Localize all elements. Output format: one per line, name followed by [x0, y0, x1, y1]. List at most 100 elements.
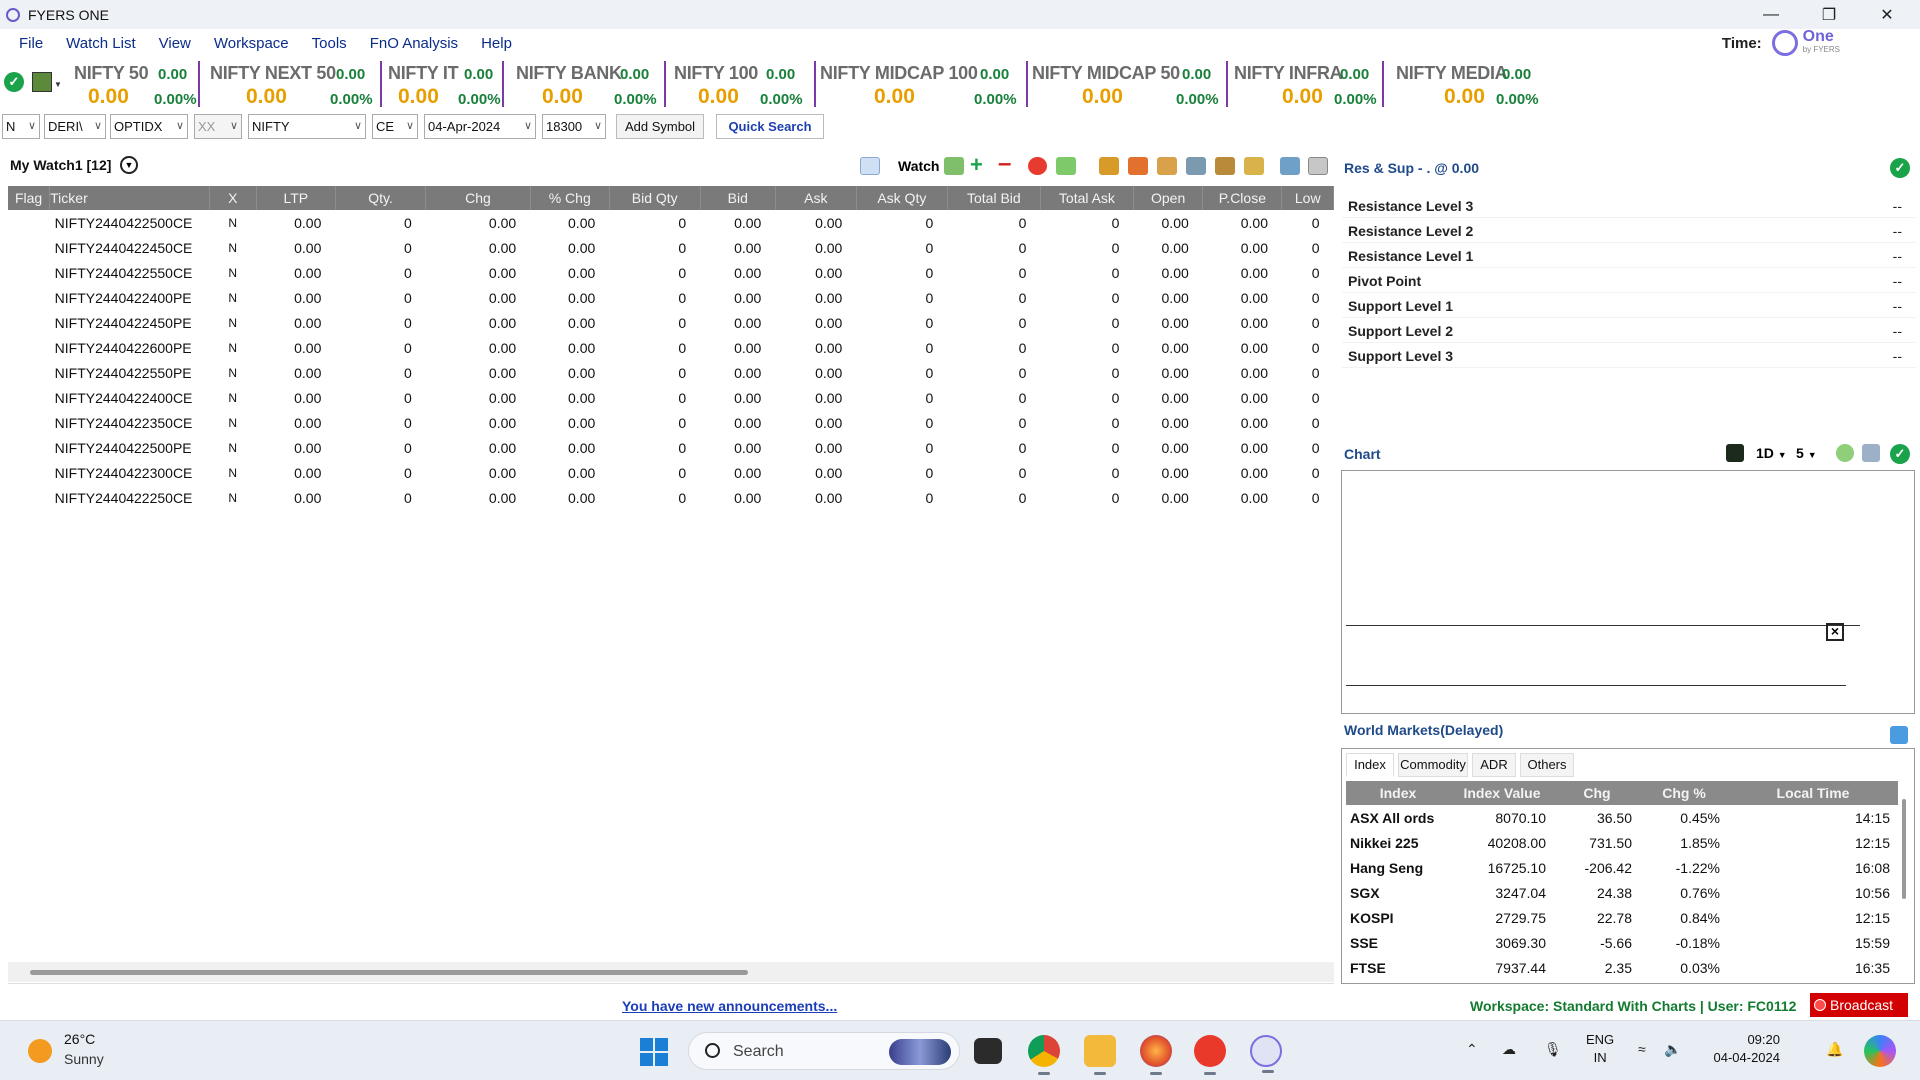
menu-fno-analysis[interactable]: FnO Analysis	[370, 35, 458, 52]
column-header[interactable]: P.Close	[1202, 186, 1283, 210]
wm-row[interactable]: SGX 3247.04 24.38 0.76% 10:56	[1346, 880, 1898, 905]
symbol-select[interactable]: NIFTY ∨	[248, 114, 366, 139]
cloud-offline-icon[interactable]: ☁	[1502, 1041, 1516, 1058]
alert-icon[interactable]	[1280, 157, 1300, 175]
table-row[interactable]: NIFTY2440422400CE N 0.00 0 0.00 0.00 0 0.00 0.00…	[8, 385, 1334, 410]
column-header[interactable]: Flag	[8, 186, 51, 210]
volume-icon[interactable]: 🔈	[1664, 1041, 1681, 1058]
table-row[interactable]: NIFTY2440422300CE N 0.00 0 0.00 0.00 0 0.00 0.00…	[8, 460, 1334, 485]
menu-help[interactable]: Help	[481, 35, 512, 52]
column-header[interactable]: Total Ask	[1040, 186, 1134, 210]
taskbar-search[interactable]: Search	[688, 1032, 960, 1070]
table-row[interactable]: NIFTY2440422550PE N 0.00 0 0.00 0.00 0 0.00 0.00…	[8, 360, 1334, 385]
basket-icon[interactable]	[1099, 157, 1119, 175]
chart-check-icon[interactable]: ✓	[1890, 444, 1910, 464]
tab-index[interactable]: Index	[1346, 753, 1394, 777]
index-card[interactable]: NIFTY BANK 0.00 0.00 0.00%	[516, 61, 666, 108]
column-header[interactable]: Chg	[425, 186, 531, 210]
tab-adr[interactable]: ADR	[1472, 753, 1516, 777]
world-markets-scrollbar[interactable]	[1902, 799, 1906, 899]
column-header[interactable]: % Chg	[530, 186, 610, 210]
menu-watch-list[interactable]: Watch List	[66, 35, 135, 52]
menu-view[interactable]: View	[159, 35, 191, 52]
grid-icon[interactable]	[1215, 157, 1235, 175]
exchange-select[interactable]: N ∨	[2, 114, 40, 139]
system-clock[interactable]: 09:20 04-04-2024	[1696, 1031, 1781, 1067]
sun-icon[interactable]	[28, 1039, 52, 1063]
index-card[interactable]: NIFTY INFRA 0.00 0.00 0.00%	[1234, 61, 1384, 108]
table-row[interactable]: NIFTY2440422350CE N 0.00 0 0.00 0.00 0 0.00 0.00…	[8, 410, 1334, 435]
notification-bell-icon[interactable]: 🔔	[1826, 1041, 1843, 1058]
option-type-select[interactable]: CE ∨	[372, 114, 418, 139]
table-row[interactable]: NIFTY2440422250CE N 0.00 0 0.00 0.00 0 0.00 0.00…	[8, 485, 1334, 510]
chart-refresh-icon[interactable]	[1836, 444, 1854, 462]
tradingapp-icon[interactable]	[1194, 1035, 1226, 1075]
wifi-icon[interactable]: ≈	[1638, 1041, 1646, 1057]
wm-row[interactable]: Hang Seng 16725.10 -206.42 -1.22% 16:08	[1346, 855, 1898, 880]
add-symbol-button[interactable]: Add Symbol	[616, 114, 704, 139]
res-sup-check-icon[interactable]: ✓	[1890, 158, 1910, 178]
weather-condition[interactable]: Sunny	[64, 1051, 104, 1067]
table-row[interactable]: NIFTY2440422550CE N 0.00 0 0.00 0.00 0 0.00 0.00…	[8, 260, 1334, 285]
minimize-button[interactable]: —	[1742, 0, 1800, 29]
segment-select[interactable]: DERI\ ∨	[44, 114, 106, 139]
broadcast-button[interactable]: Broadcast	[1810, 993, 1908, 1017]
column-header[interactable]: LTP	[256, 186, 336, 210]
column-header[interactable]: Ask Qty	[856, 186, 948, 210]
order-icon[interactable]	[1128, 157, 1148, 175]
index-card[interactable]: NIFTY 100 0.00 0.00 0.00%	[674, 61, 816, 108]
wm-column-header[interactable]: Index Value	[1450, 781, 1554, 805]
menu-file[interactable]: File	[19, 35, 43, 52]
watchlist-title[interactable]: My Watch1 [12]	[10, 157, 111, 173]
tab-commodity[interactable]: Commodity	[1398, 753, 1468, 777]
index-card[interactable]: NIFTY MEDIA 0.00 0.00 0.00%	[1396, 61, 1550, 108]
wm-row[interactable]: Nikkei 225 40208.00 731.50 1.85% 12:15	[1346, 830, 1898, 855]
calendar-icon[interactable]	[860, 157, 880, 175]
wm-row[interactable]: FTSE 7937.44 2.35 0.03% 16:35	[1346, 955, 1898, 980]
column-header[interactable]: Bid Qty	[609, 186, 701, 210]
announcement-link[interactable]: You have new announcements...	[622, 998, 837, 1014]
chart-interval-select[interactable]: 1D ▼	[1756, 445, 1787, 461]
wm-row[interactable]: KOSPI 2729.75 22.78 0.84% 12:15	[1346, 905, 1898, 930]
column-header[interactable]: X	[209, 186, 257, 210]
column-header[interactable]: Bid	[700, 186, 776, 210]
filter-icon[interactable]	[1056, 157, 1076, 175]
remove-icon[interactable]: –	[998, 152, 1018, 176]
menu-workspace[interactable]: Workspace	[214, 35, 289, 52]
edit-icon[interactable]	[1308, 157, 1328, 175]
weather-temp[interactable]: 26°C	[64, 1031, 95, 1047]
column-header[interactable]: Open	[1133, 186, 1204, 210]
column-header[interactable]: Qty.	[335, 186, 427, 210]
wm-column-header[interactable]: Chg	[1554, 781, 1640, 805]
add-icon[interactable]: +	[970, 154, 990, 176]
microphone-icon[interactable]: 🎙	[1544, 1041, 1562, 1058]
wm-column-header[interactable]: Index	[1346, 781, 1450, 805]
index-card[interactable]: NIFTY NEXT 50 0.00 0.00 0.00%	[210, 61, 382, 108]
wm-row[interactable]: ASX All ords 8070.10 36.50 0.45% 14:15	[1346, 805, 1898, 830]
column-header[interactable]: Low	[1281, 186, 1334, 210]
expiry-select[interactable]: 04-Apr-2024 ∨	[424, 114, 536, 139]
table-row[interactable]: NIFTY2440422500PE N 0.00 0 0.00 0.00 0 0.00 0.00…	[8, 435, 1334, 460]
task-view-icon[interactable]	[974, 1038, 1002, 1064]
file-explorer-icon[interactable]	[1084, 1035, 1116, 1075]
index-card[interactable]: NIFTY MIDCAP 50 0.00 0.00 0.00%	[1032, 61, 1228, 108]
index-card[interactable]: NIFTY 50 0.00 0.00 0.00%	[74, 61, 200, 108]
index-card[interactable]: NIFTY IT 0.00 0.00 0.00%	[388, 61, 504, 108]
table-row[interactable]: NIFTY2440422400PE N 0.00 0 0.00 0.00 0 0.00 0.00…	[8, 285, 1334, 310]
wm-column-header[interactable]: Chg %	[1640, 781, 1728, 805]
connected-check-icon[interactable]: ✓	[4, 72, 24, 92]
chart-expand-icon[interactable]	[1862, 444, 1880, 462]
chevron-down-icon[interactable]: ▼	[54, 80, 62, 89]
fyers-one-taskbar-icon[interactable]	[1250, 1035, 1282, 1073]
strike-select[interactable]: 18300 ∨	[542, 114, 606, 139]
chart-area[interactable]: ×	[1341, 470, 1915, 714]
chart-count-select[interactable]: 5 ▼	[1796, 445, 1817, 461]
column-header[interactable]: Ticker	[49, 186, 210, 210]
chart-close-icon[interactable]: ×	[1826, 623, 1844, 641]
book-icon[interactable]	[1157, 157, 1177, 175]
tab-others[interactable]: Others	[1520, 753, 1574, 777]
table-row[interactable]: NIFTY2440422450CE N 0.00 0 0.00 0.00 0 0.00 0.00…	[8, 235, 1334, 260]
watchlist-dropdown-icon[interactable]: ▼	[120, 156, 138, 174]
language-indicator[interactable]: ENG IN	[1586, 1031, 1614, 1067]
import-icon[interactable]	[1244, 157, 1264, 175]
